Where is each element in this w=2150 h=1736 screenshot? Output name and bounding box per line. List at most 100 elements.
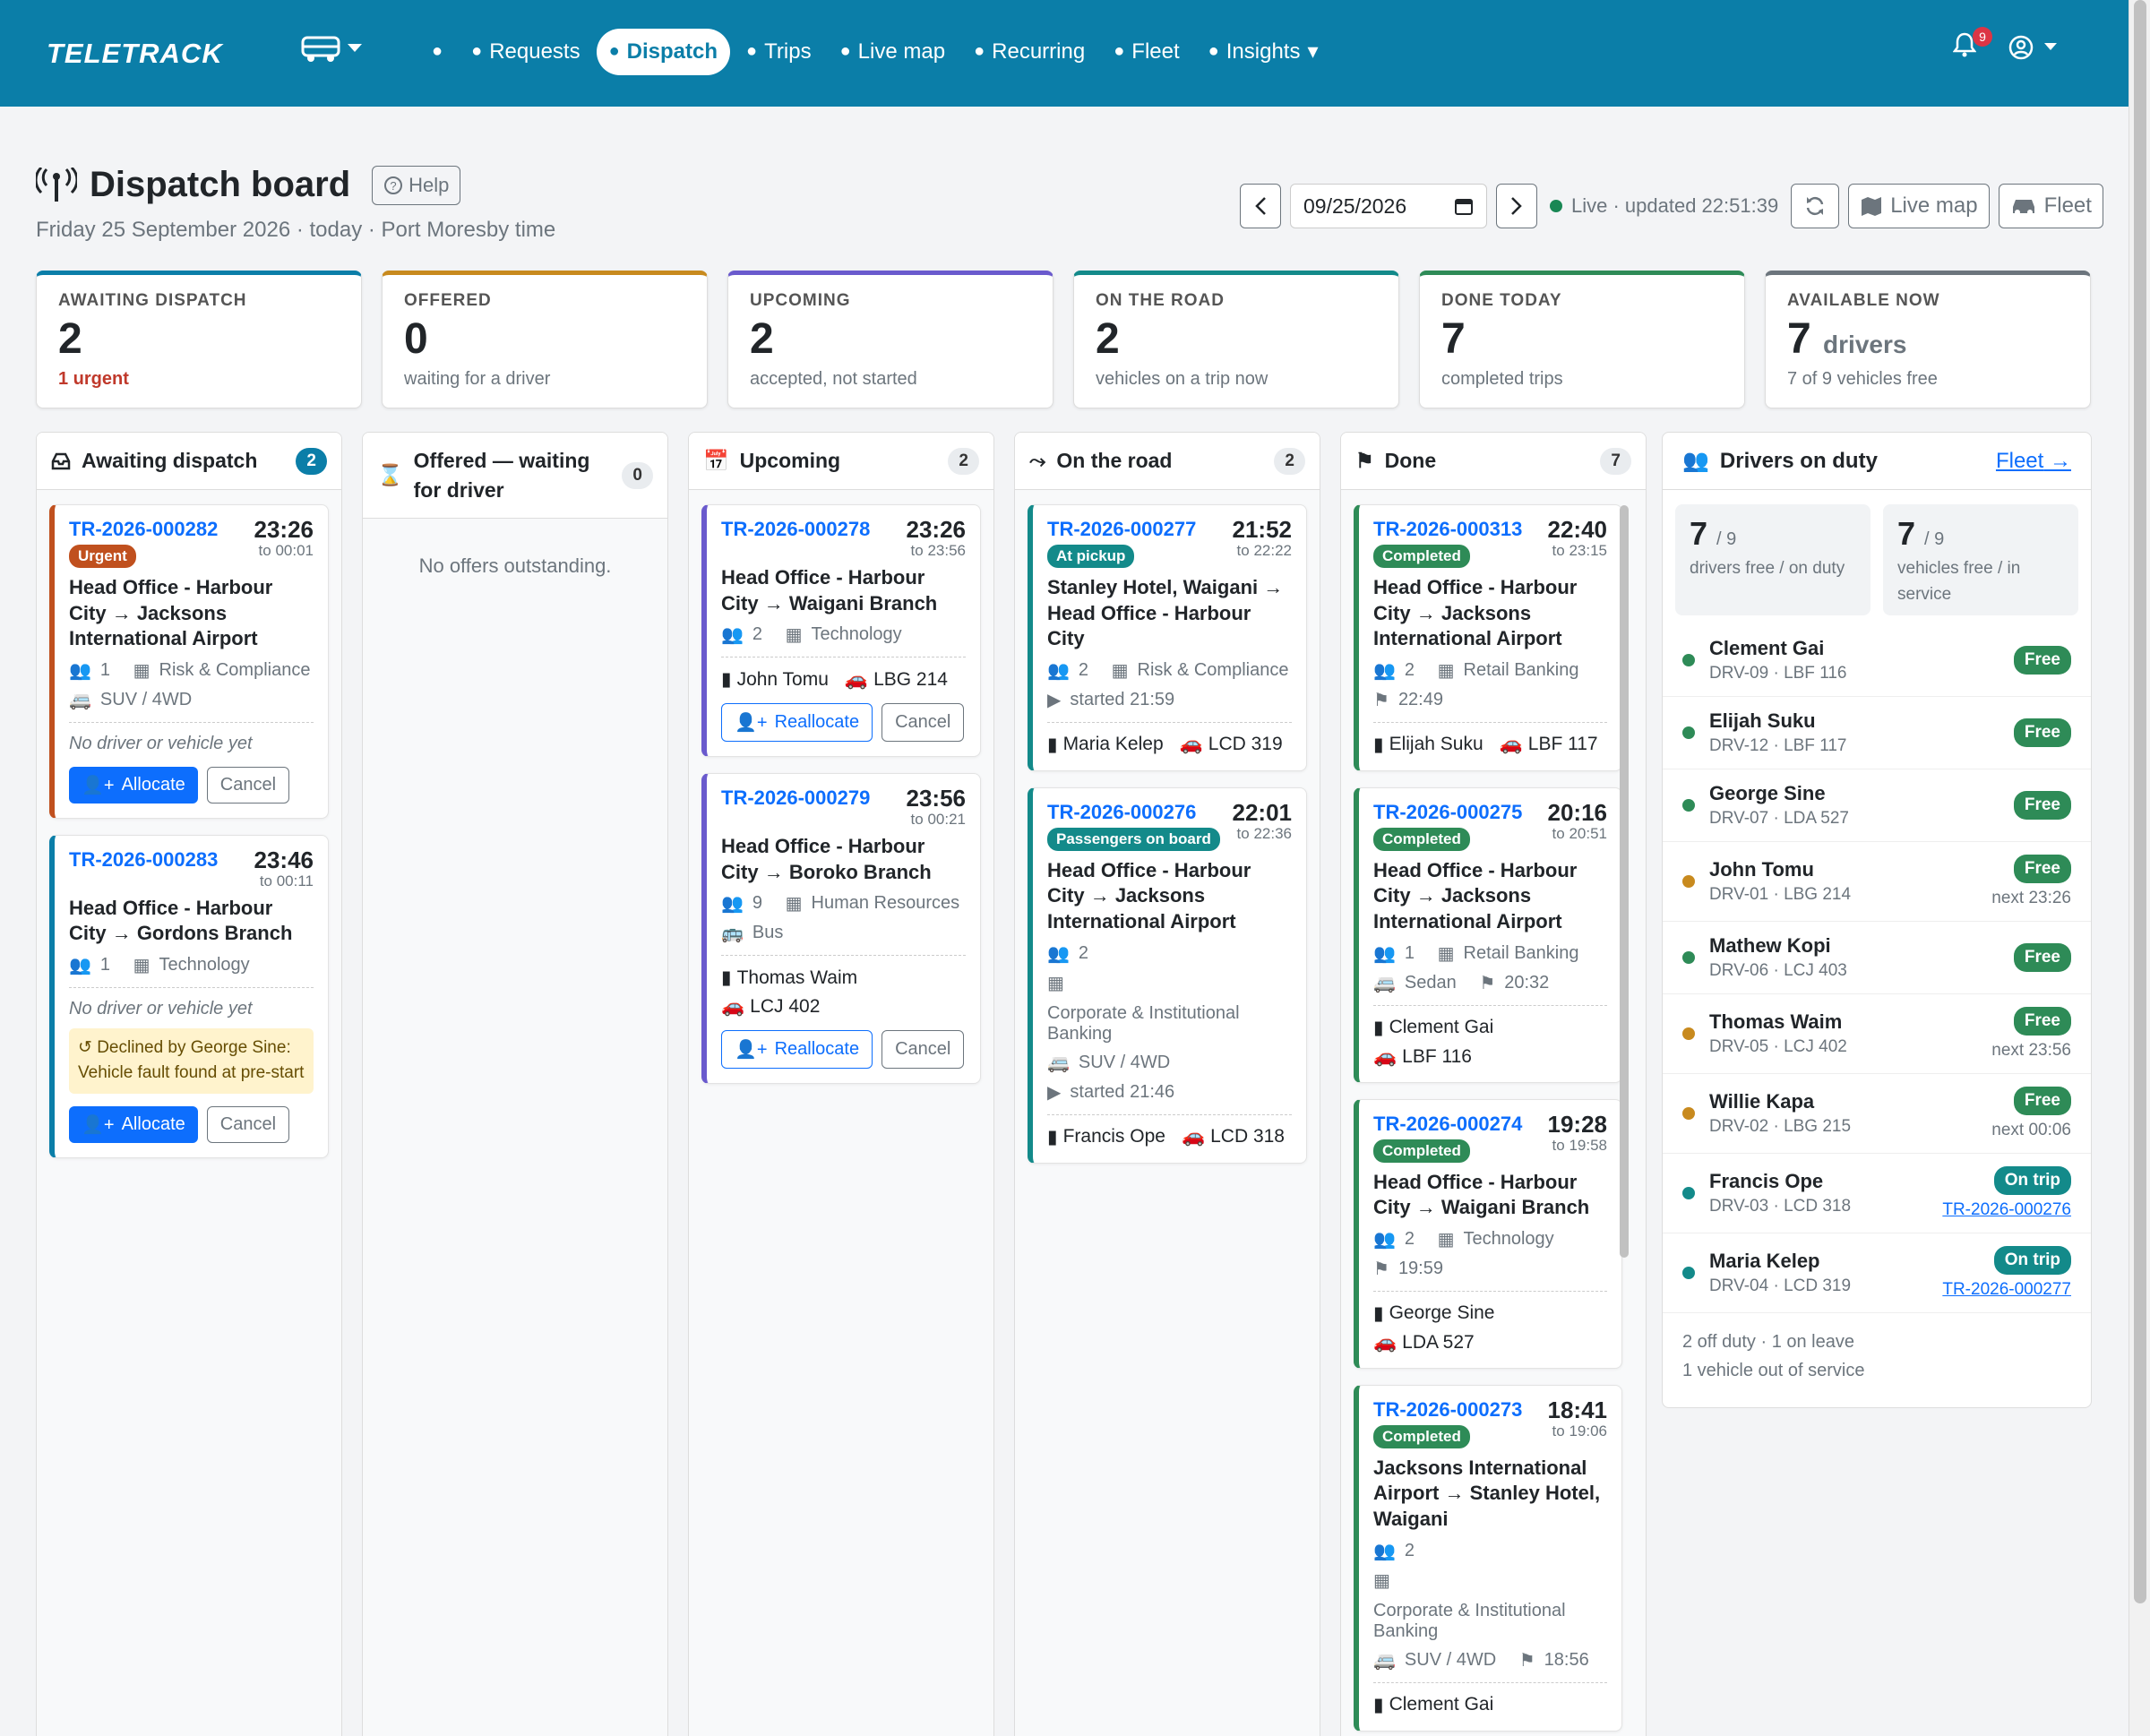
trip-id-link[interactable]: TR-2026-000273 [1373,1398,1522,1422]
driver-row[interactable]: Maria Kelep DRV-04 · LCD 319 On trip TR-202… [1663,1233,2091,1313]
trip-id-link[interactable]: TR-2026-000279 [721,786,870,810]
pie-chart-icon: ● [1208,41,1219,61]
date-input[interactable]: 09/25/2026 [1290,184,1487,228]
nav-item-recurring[interactable]: ● Recurring [961,29,1097,75]
driver-row[interactable]: George Sine DRV-07 · LDA 527 Free [1663,769,2091,842]
stat-card: UPCOMING 2 accepted, not started [727,271,1054,408]
cancel-button[interactable]: Cancel [206,766,290,804]
notifications-bell[interactable]: 9 [1952,27,1992,62]
nav-item-live-map[interactable]: ● Live map [828,29,958,75]
building-icon: ▦ [1437,943,1455,964]
nav-item-requests[interactable]: ● Requests [459,29,592,75]
arrow-right-icon: → [1263,576,1284,598]
status-badge: Completed [1373,827,1470,851]
vehicle-switcher[interactable] [301,34,362,63]
vehicle-icon: 🚐 [1373,973,1396,993]
trip-card[interactable]: TR-2026-000282 Urgent 23:26 to 00:01 Head O… [49,504,329,819]
car-icon: 🚗 [1499,734,1523,755]
reallocate-button[interactable]: 👤+ Reallocate [721,703,873,743]
stat-card: DONE TODAY 7 completed trips [1419,271,1745,408]
allocate-button[interactable]: 👤+ Allocate [69,766,198,804]
next-day-button[interactable] [1496,184,1537,228]
trip-id-link[interactable]: TR-2026-000283 [69,848,218,872]
passengers-icon: 👥 [1047,943,1070,964]
route-icon: ● [608,41,620,61]
trip-id-link[interactable]: TR-2026-000276 [1047,801,1220,824]
trip-id-link[interactable]: TR-2026-000274 [1373,1113,1522,1136]
trip-link[interactable]: TR-2026-000277 [1942,1280,2071,1300]
fleet-link[interactable]: Fleet → [1996,449,2071,474]
urgent-badge: Urgent [69,545,136,568]
driver-row[interactable]: Clement Gai DRV-09 · LBF 116 Free [1663,624,2091,697]
driver-status-badge: Free [2013,1087,2071,1115]
live-map-button[interactable]: Live map [1848,184,1990,228]
nav-item-insights[interactable]: ● Insights ▾ [1196,28,1331,75]
driver-status-badge: On trip [1993,1246,2071,1275]
trip-card[interactable]: TR-2026-000275 Completed 20:16 to 20:51 Hea… [1354,786,1622,1083]
status-badge: Completed [1373,1139,1470,1163]
route: Head Office - Harbour City → Jacksons In… [1047,858,1251,932]
trip-id-link[interactable]: TR-2026-000275 [1373,801,1522,824]
brand-logo[interactable]: TELETRACK [47,38,223,70]
fleet-button[interactable]: Fleet [1998,184,2103,228]
flag-icon: ⚑ [1518,1650,1535,1671]
user-icon [2008,35,2034,59]
trip-card[interactable]: TR-2026-000276 Passengers on board 22:01 to… [1028,786,1307,1164]
nav-item-fleet[interactable]: ● Fleet [1101,29,1191,75]
car-icon: 🚗 [1373,1331,1398,1353]
driver-status-badge: Free [2013,791,2071,820]
driver-row[interactable]: Willie Kapa DRV-02 · LBG 215 Free next 00:0… [1663,1074,2091,1154]
car-icon [2012,200,2034,215]
driver-row[interactable]: Francis Ope DRV-03 · LCD 318 On trip TR-202… [1663,1154,2091,1233]
building-icon: ▦ [1047,973,1064,993]
cancel-button[interactable]: Cancel [882,1030,965,1070]
trip-card[interactable]: TR-2026-000283 23:46 to 00:11 Head Office … [49,834,329,1158]
map-icon [1862,197,1882,216]
refresh-button[interactable] [1791,184,1840,228]
bus-icon [301,36,340,62]
driver-row[interactable]: John Tomu DRV-01 · LBG 214 Free next 23:26 [1663,842,2091,922]
driver-row[interactable]: Mathew Kopi DRV-06 · LCJ 403 Free [1663,922,2091,994]
trip-id-link[interactable]: TR-2026-000282 [69,518,218,541]
reallocate-button[interactable]: 👤+ Reallocate [721,1030,873,1070]
stat-card: AWAITING DISPATCH 2 1 urgent [36,271,362,408]
passengers-icon: 👥 [721,894,744,915]
trip-id-link[interactable]: TR-2026-000278 [721,518,870,541]
done-column-scrollbar[interactable] [1617,493,1630,1736]
trip-id-link[interactable]: TR-2026-000277 [1047,518,1196,541]
nav-item-dashboard[interactable]: ● [419,30,455,73]
allocate-button[interactable]: 👤+ Allocate [69,1105,198,1143]
hourglass-icon: ⌛ [377,463,403,486]
driver-row[interactable]: Thomas Waim DRV-05 · LCJ 402 Free next 23:5… [1663,994,2091,1074]
route: Head Office - Harbour City → Waigani Bra… [721,566,938,614]
trip-card[interactable]: TR-2026-000273 Completed 18:41 to 19:06 Jac… [1354,1384,1622,1732]
page-title: Dispatch board [90,165,351,204]
trip-card[interactable]: TR-2026-000277 At pickup 21:52 to 22:22 Sta… [1028,504,1307,771]
user-plus-icon: 👤+ [735,1040,768,1061]
trip-id-link[interactable]: TR-2026-000313 [1373,518,1522,541]
status-dot [1682,1107,1695,1120]
people-icon: 👥 [1682,449,1709,473]
page-scrollbar[interactable] [2128,0,2150,1736]
building-icon: ▦ [133,955,150,975]
nav-item-trips[interactable]: ● Trips [734,29,824,75]
prev-day-button[interactable] [1240,184,1281,228]
trip-link[interactable]: TR-2026-000276 [1942,1200,2071,1220]
user-menu[interactable] [2008,35,2057,60]
trip-card[interactable]: TR-2026-000279 23:56 to 00:21 Head Office … [701,773,981,1085]
building-icon: ▦ [785,625,803,646]
trip-card[interactable]: TR-2026-000274 Completed 19:28 to 19:58 Hea… [1354,1098,1622,1369]
building-icon: ▦ [1437,660,1455,681]
building-icon: ▦ [1437,1229,1455,1250]
cancel-button[interactable]: Cancel [882,703,965,743]
driver-row[interactable]: Elijah Suku DRV-12 · LBF 117 Free [1663,697,2091,769]
nav-item-dispatch[interactable]: ● Dispatch [596,28,731,75]
cancel-button[interactable]: Cancel [206,1105,290,1143]
trip-card[interactable]: TR-2026-000278 23:26 to 23:56 Head Office … [701,504,981,758]
trip-card[interactable]: TR-2026-000313 Completed 22:40 to 23:15 Hea… [1354,504,1622,771]
help-button[interactable]: ? Help [372,165,461,205]
play-icon: ▶ [1047,1082,1062,1103]
question-icon: ? [384,176,403,194]
route: Head Office - Harbour City → Jacksons In… [1373,576,1578,650]
calendar-icon [1455,199,1473,215]
